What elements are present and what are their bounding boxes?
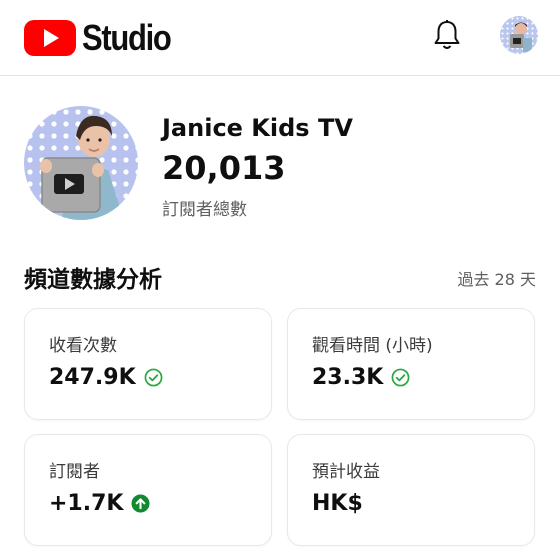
youtube-studio-logo[interactable]: Studio <box>24 20 185 56</box>
metric-label: 預計收益 <box>312 462 380 482</box>
brand-label: Studio <box>82 17 172 58</box>
top-app-bar: Studio <box>0 0 560 76</box>
metric-card-watch-time[interactable]: 觀看時間 (小時) 23.3K <box>287 308 535 420</box>
metric-label: 訂閱者 <box>49 462 100 482</box>
subscriber-label: 訂閱者總數 <box>162 200 247 220</box>
avatar <box>500 16 538 54</box>
notifications-button[interactable] <box>432 19 462 51</box>
metric-card-estimated-revenue[interactable]: 預計收益 HK$ <box>287 434 535 546</box>
metric-label: 收看次數 <box>49 336 117 356</box>
channel-avatar-image <box>24 106 138 220</box>
metric-label: 觀看時間 (小時) <box>312 336 433 356</box>
metric-value: +1.7K <box>49 491 124 516</box>
channel-header: Janice Kids TV 20,013 訂閱者總數 <box>0 76 560 246</box>
channel-name: Janice Kids TV <box>162 114 353 142</box>
bell-icon <box>434 20 460 49</box>
account-avatar[interactable] <box>500 16 538 54</box>
metric-card-subscribers[interactable]: 訂閱者 +1.7K <box>24 434 272 546</box>
metric-card-views[interactable]: 收看次數 247.9K <box>24 308 272 420</box>
metric-value: HK$ <box>312 491 363 516</box>
arrow-up-circle-icon <box>131 494 150 513</box>
check-circle-icon <box>391 368 410 387</box>
metric-value: 247.9K <box>49 365 136 390</box>
channel-analytics-section: 頻道數據分析 過去 28 天 收看次數 247.9K 觀看時間 (小時) 23.… <box>0 246 560 560</box>
channel-avatar[interactable] <box>24 106 138 220</box>
youtube-play-icon <box>24 20 76 56</box>
subscriber-count: 20,013 <box>162 149 286 187</box>
metric-value: 23.3K <box>312 365 384 390</box>
check-circle-icon <box>144 368 163 387</box>
period-selector[interactable]: 過去 28 天 <box>457 266 536 290</box>
section-title: 頻道數據分析 <box>24 267 162 293</box>
